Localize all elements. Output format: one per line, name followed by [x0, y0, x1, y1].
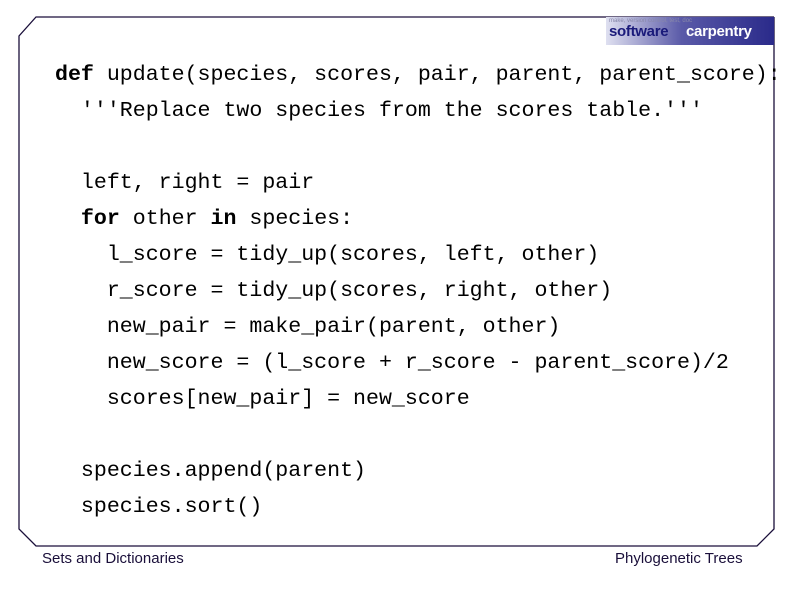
- code-keyword: for: [80, 207, 120, 231]
- code-block: def update(species, scores, pair, parent…: [55, 57, 781, 525]
- code-text: r_score = tidy_up(scores, right, other): [106, 279, 613, 303]
- code-line: new_score = (l_score + r_score - parent_…: [55, 345, 781, 381]
- code-text: new_score = (l_score + r_score - parent_…: [106, 351, 729, 375]
- logo-text-software: software: [609, 23, 669, 40]
- code-keyword: in: [210, 207, 237, 231]
- code-text: l_score = tidy_up(scores, left, other): [106, 243, 600, 267]
- code-line: l_score = tidy_up(scores, left, other): [55, 237, 781, 273]
- code-text: new_pair = make_pair(parent, other): [106, 315, 561, 339]
- code-line: scores[new_pair] = new_score: [55, 381, 781, 417]
- code-text: species.sort(): [80, 495, 263, 519]
- code-text: scores[new_pair] = new_score: [106, 387, 470, 411]
- code-line: species.append(parent): [55, 453, 781, 489]
- footer-left-title: Sets and Dictionaries: [42, 550, 184, 567]
- footer-right-title: Phylogenetic Trees: [615, 550, 743, 567]
- code-line: left, right = pair: [55, 165, 781, 201]
- code-line: def update(species, scores, pair, parent…: [55, 57, 781, 93]
- logo-text-carpentry: carpentry: [686, 23, 752, 40]
- code-line: for other in species:: [55, 201, 781, 237]
- code-text: '''Replace two species from the scores t…: [80, 99, 703, 123]
- software-carpentry-logo: make, version control, test, doc softwar…: [606, 17, 774, 45]
- code-text: update(species, scores, pair, parent, pa…: [93, 63, 781, 87]
- code-text: species.append(parent): [80, 459, 367, 483]
- code-line: r_score = tidy_up(scores, right, other): [55, 273, 781, 309]
- code-keyword: def: [55, 63, 94, 87]
- code-line: species.sort(): [55, 489, 781, 525]
- code-text: species:: [236, 207, 354, 231]
- code-line: new_pair = make_pair(parent, other): [55, 309, 781, 345]
- code-text: other: [119, 207, 211, 231]
- code-text: left, right = pair: [80, 171, 315, 195]
- code-line: '''Replace two species from the scores t…: [55, 93, 781, 129]
